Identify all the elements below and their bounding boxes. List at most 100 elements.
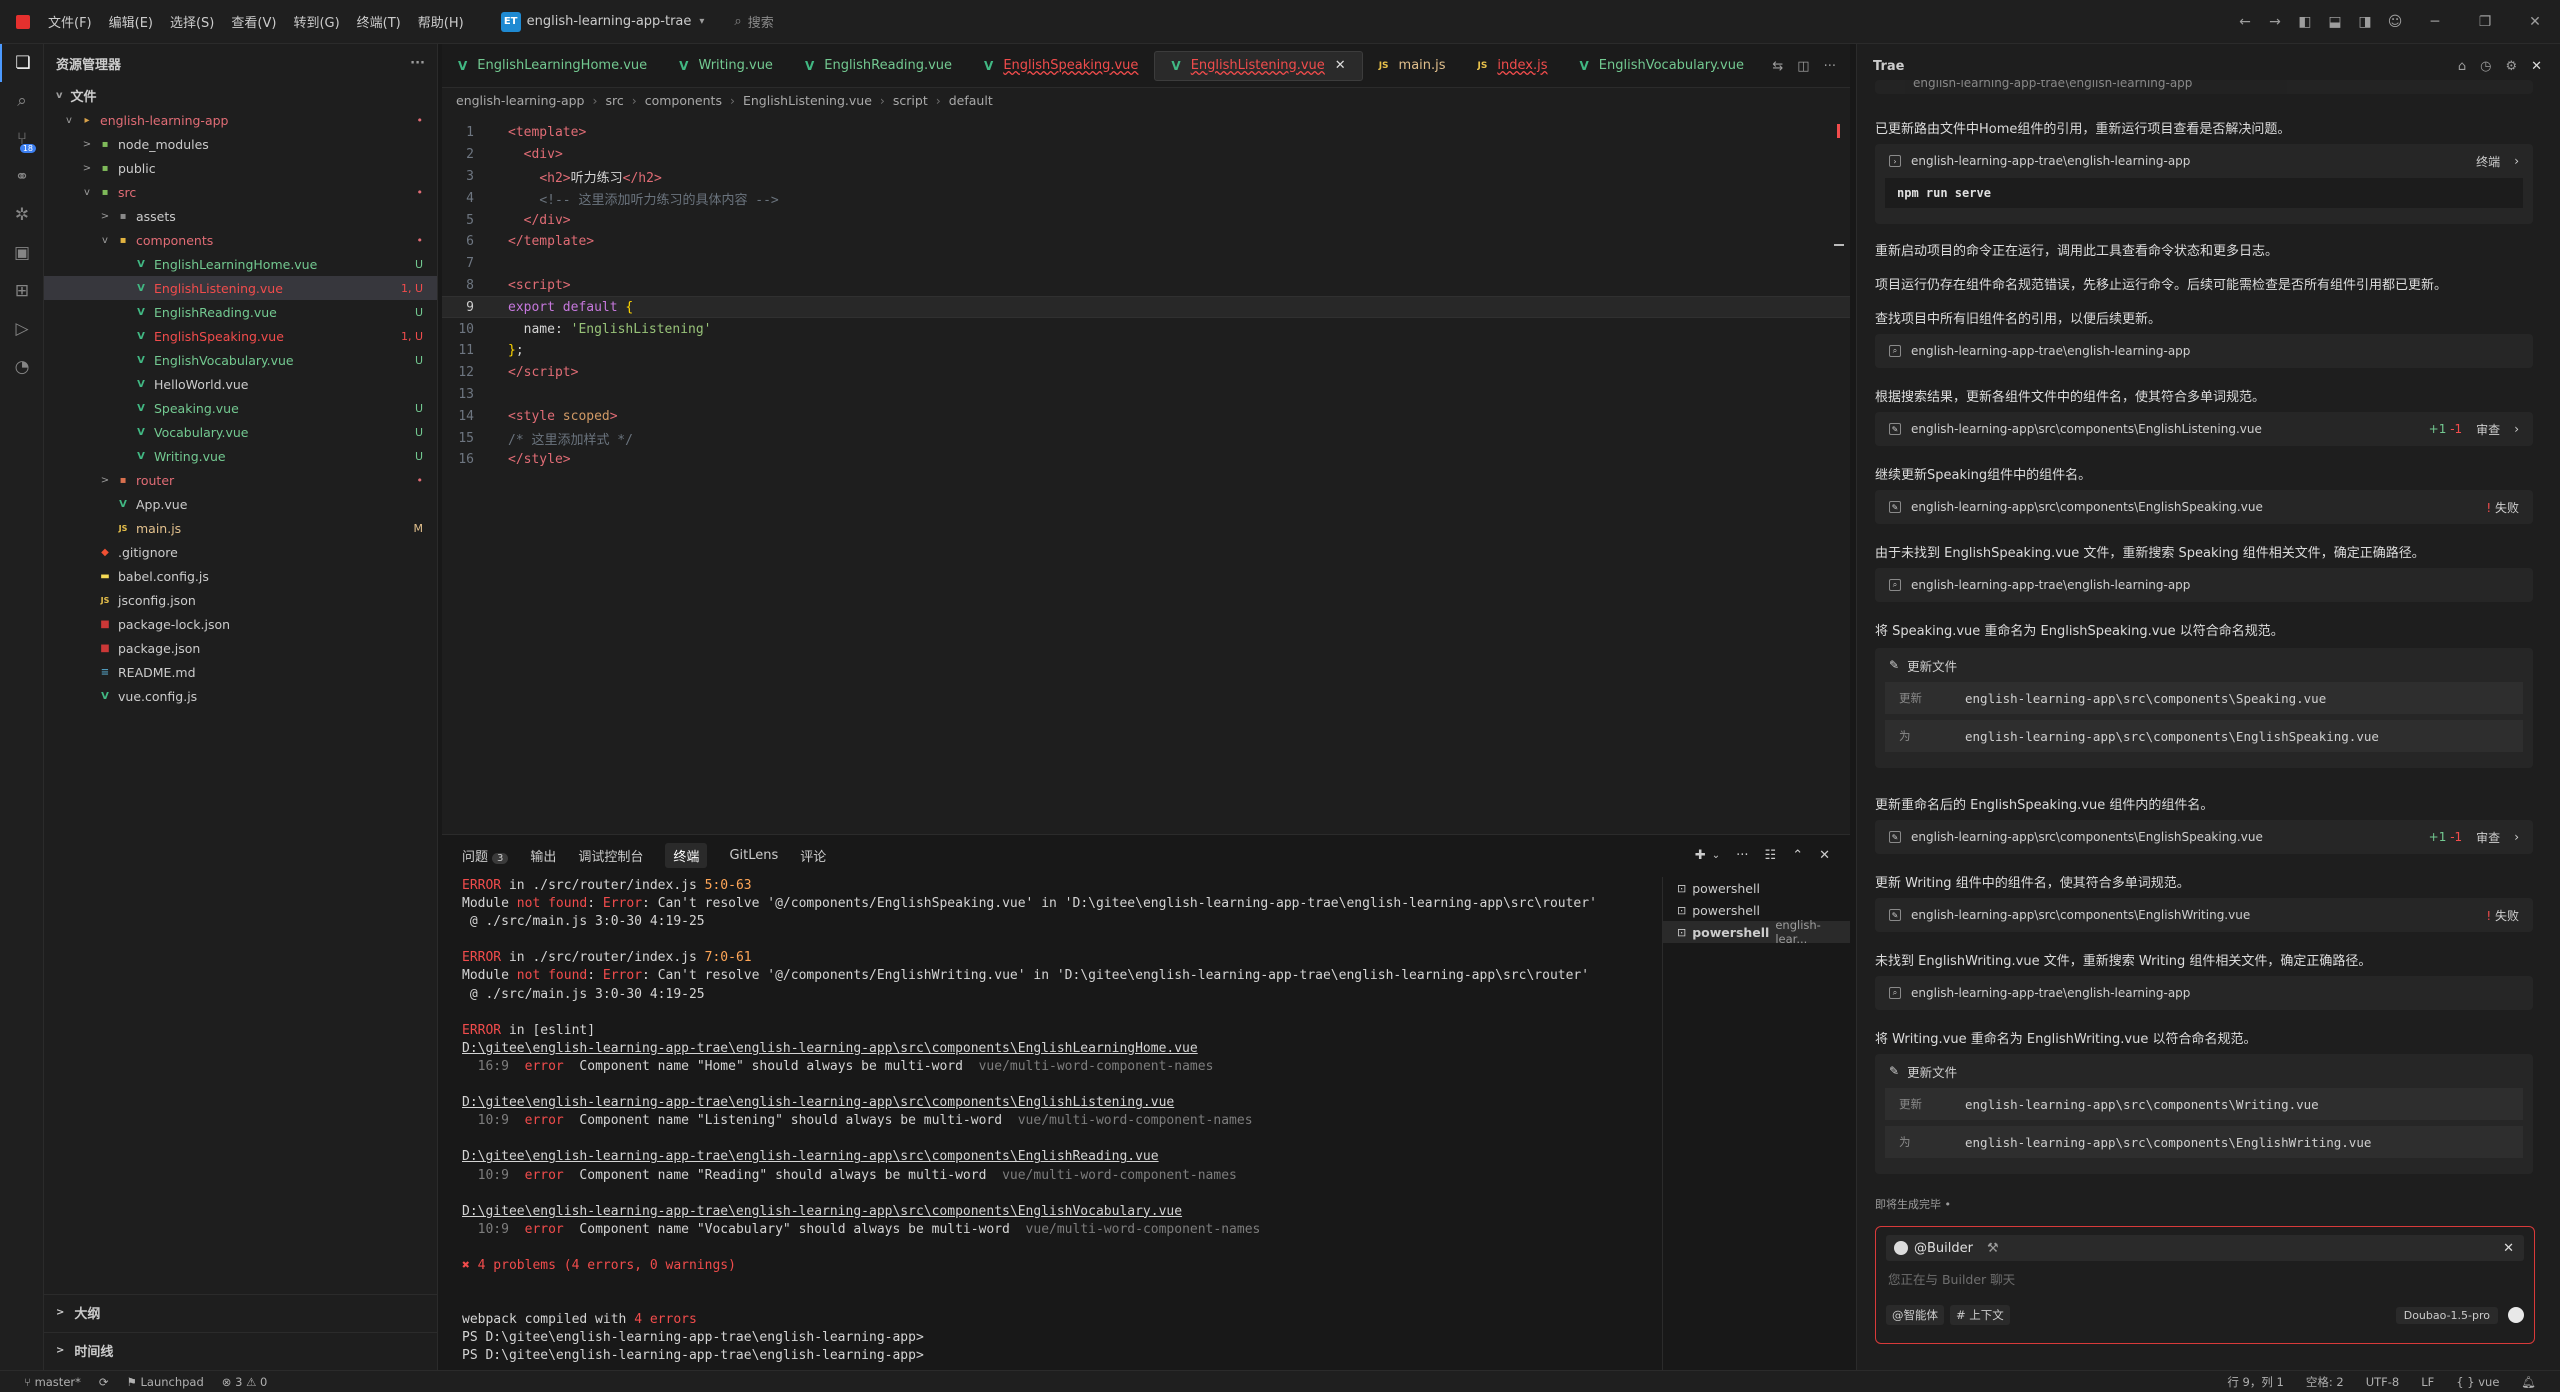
edit-card-failed[interactable]: ✎ english-learning-app\src\components\Eng… [1875, 490, 2533, 524]
breadcrumb-item[interactable]: script [893, 93, 928, 108]
tree-item[interactable]: > ▪ node_modules [44, 132, 437, 156]
project-selector[interactable]: ET english-learning-app-trae ▾ [500, 11, 704, 32]
close-icon[interactable]: ✕ [1335, 58, 1346, 73]
tree-item[interactable]: Vvue.config.js [44, 684, 437, 708]
breadcrumb-item[interactable]: default [949, 93, 993, 108]
encoding[interactable]: UTF-8 [2366, 1375, 2400, 1389]
search-card[interactable]: ⌕ english-learning-app-trae\english-learn… [1875, 568, 2533, 602]
problems-status[interactable]: ⊗ 3 ⚠ 0 [222, 1375, 268, 1389]
search-card[interactable]: ⌕ english-learning-app-trae\english-learn… [1875, 334, 2533, 368]
tree-item[interactable]: > ▪ router • [44, 468, 437, 492]
search-icon[interactable]: ⌕ [0, 82, 44, 120]
menu-item[interactable]: 编辑(E) [109, 12, 153, 31]
tree-item[interactable]: V App.vue [44, 492, 437, 516]
tree-item[interactable]: ▬ babel.config.js [44, 564, 437, 588]
chevron-down-icon[interactable]: ⌄ [1712, 850, 1720, 861]
tree-item[interactable]: v ▪ components • [44, 228, 437, 252]
breadcrumb-item[interactable]: english-learning-app [456, 93, 584, 108]
command-box[interactable]: npm run serve [1885, 178, 2523, 208]
model-selector[interactable]: Doubao-1.5-pro [2395, 1306, 2498, 1324]
tree-item[interactable]: ■ package-lock.json [44, 612, 437, 636]
panel-tab[interactable]: 输出 [530, 846, 556, 865]
edit-card-failed[interactable]: ✎ english-learning-app\src\components\Eng… [1875, 898, 2533, 932]
tree-item[interactable]: JS main.js M [44, 516, 437, 540]
tree-item[interactable]: V Speaking.vue U [44, 396, 437, 420]
panel-tab[interactable]: GitLens [729, 848, 778, 863]
layout-icon[interactable]: ☷ [1765, 848, 1777, 863]
tree-item[interactable]: V EnglishVocabulary.vue U [44, 348, 437, 372]
close-window-button[interactable]: ✕ [2510, 0, 2560, 44]
editor-tab[interactable]: V EnglishVocabulary.vue [1563, 44, 1760, 88]
chat-input-box[interactable]: @Builder ⚒ ✕ 您正在与 Builder 聊天 @智能体 # 上下文 … [1875, 1226, 2535, 1344]
toggle-secondary-sidebar-icon[interactable]: ◨ [2350, 0, 2380, 44]
menu-item[interactable]: 帮助(H) [418, 12, 464, 31]
tree-item[interactable]: v ▸ english-learning-app • [44, 108, 437, 132]
restore-button[interactable]: ❐ [2460, 0, 2510, 44]
more-actions-icon[interactable]: ··· [1736, 848, 1748, 863]
language-mode[interactable]: { } vue [2456, 1375, 2499, 1389]
tree-item[interactable]: V HelloWorld.vue [44, 372, 437, 396]
close-icon[interactable]: ✕ [2531, 59, 2542, 74]
tree-item[interactable]: V EnglishListening.vue 1, U [44, 276, 437, 300]
panel-tab[interactable]: 终端 [665, 842, 708, 868]
terminal-instance[interactable]: ⊡ powershell english-lear... [1663, 918, 1850, 946]
account-icon[interactable]: ☺ [2380, 0, 2410, 44]
terminal-output[interactable]: ERROR in ./src/router/index.js 5:0-63 Mod… [462, 877, 1597, 1366]
tree-item[interactable]: V EnglishSpeaking.vue 1, U [44, 324, 437, 348]
branch-status[interactable]: ⑂ master* [24, 1375, 81, 1389]
tree-item[interactable]: > ▪ assets [44, 204, 437, 228]
notifications-icon[interactable]: 🔔︎ [2521, 1375, 2536, 1389]
indentation[interactable]: 空格: 2 [2306, 1374, 2344, 1390]
toggle-sidebar-icon[interactable]: ◧ [2290, 0, 2320, 44]
agent-mention-button[interactable]: @智能体 [1886, 1305, 1944, 1325]
forward-arrow-icon[interactable]: → [2260, 0, 2290, 44]
editor-tab[interactable]: V EnglishSpeaking.vue [968, 44, 1154, 88]
search-input[interactable]: ⌕ 搜索 [734, 12, 773, 31]
edit-card[interactable]: ✎ english-learning-app\src\components\Eng… [1875, 820, 2533, 854]
back-arrow-icon[interactable]: ← [2230, 0, 2260, 44]
tree-item[interactable]: ≡ README.md [44, 660, 437, 684]
editor-tab[interactable]: V Writing.vue [663, 44, 789, 88]
minimize-button[interactable]: ─ [2410, 0, 2460, 44]
menu-item[interactable]: 文件(F) [48, 12, 92, 31]
menu-item[interactable]: 查看(V) [231, 12, 276, 31]
editor-tab[interactable]: V EnglishListening.vue ✕ [1154, 50, 1363, 81]
compare-icon[interactable]: ⇆ [1772, 59, 1783, 74]
tree-item[interactable]: v ▪ src • [44, 180, 437, 204]
agent-selector[interactable]: @Builder ⚒ ✕ [1886, 1235, 2524, 1261]
source-control-icon[interactable]: ⑂ 18 [0, 120, 44, 158]
menu-item[interactable]: 选择(S) [170, 12, 214, 31]
tree-item[interactable]: ◆ .gitignore [44, 540, 437, 564]
close-panel-icon[interactable]: ✕ [1819, 848, 1830, 863]
history-icon[interactable]: ◷ [2480, 59, 2491, 74]
breadcrumb-item[interactable]: EnglishListening.vue [743, 93, 872, 108]
timeline-icon[interactable]: ◔ [0, 348, 44, 386]
settings-icon[interactable]: ⚙ [2505, 59, 2517, 74]
tree-item[interactable]: JS jsconfig.json [44, 588, 437, 612]
code-editor[interactable]: 1 <template> 2 <div> 3 <h2>听力练习</h2> 4 <!-- … [442, 122, 1850, 471]
gitlens-icon[interactable]: ⚭ [0, 158, 44, 196]
terminal-instance[interactable]: ⊡ powershell [1663, 877, 1850, 899]
tree-item[interactable]: > ▪ public [44, 156, 437, 180]
editor-tab[interactable]: JS main.js [1363, 44, 1462, 88]
outline-section[interactable]: > 大纲 [44, 1294, 438, 1330]
files-section-header[interactable]: v 文件 [44, 82, 437, 108]
panel-tab[interactable]: 问题 3 [462, 846, 509, 865]
more-actions-icon[interactable]: ··· [1824, 59, 1836, 74]
menu-item[interactable]: 终端(T) [357, 12, 401, 31]
debug-icon[interactable]: ✲ [0, 196, 44, 234]
tree-item[interactable]: V EnglishLearningHome.vue U [44, 252, 437, 276]
launchpad-status[interactable]: ⚑ Launchpad [127, 1375, 204, 1389]
cursor-position[interactable]: 行 9，列 1 [2227, 1374, 2283, 1390]
edit-card[interactable]: ✎ english-learning-app\src\components\Eng… [1875, 412, 2533, 446]
editor-tab[interactable]: V EnglishReading.vue [789, 44, 968, 88]
more-actions-icon[interactable]: ··· [410, 56, 425, 71]
remote-explorer-icon[interactable]: ▣ [0, 234, 44, 272]
menu-item[interactable]: 转到(G) [293, 12, 339, 31]
stop-icon[interactable] [2508, 1307, 2524, 1323]
new-chat-icon[interactable]: ⌂ [2458, 59, 2466, 74]
split-editor-icon[interactable]: ◫ [1797, 59, 1809, 74]
explorer-icon[interactable]: ❏ [0, 44, 44, 82]
timeline-section[interactable]: > 时间线 [44, 1332, 438, 1368]
close-icon[interactable]: ✕ [2503, 1241, 2514, 1256]
